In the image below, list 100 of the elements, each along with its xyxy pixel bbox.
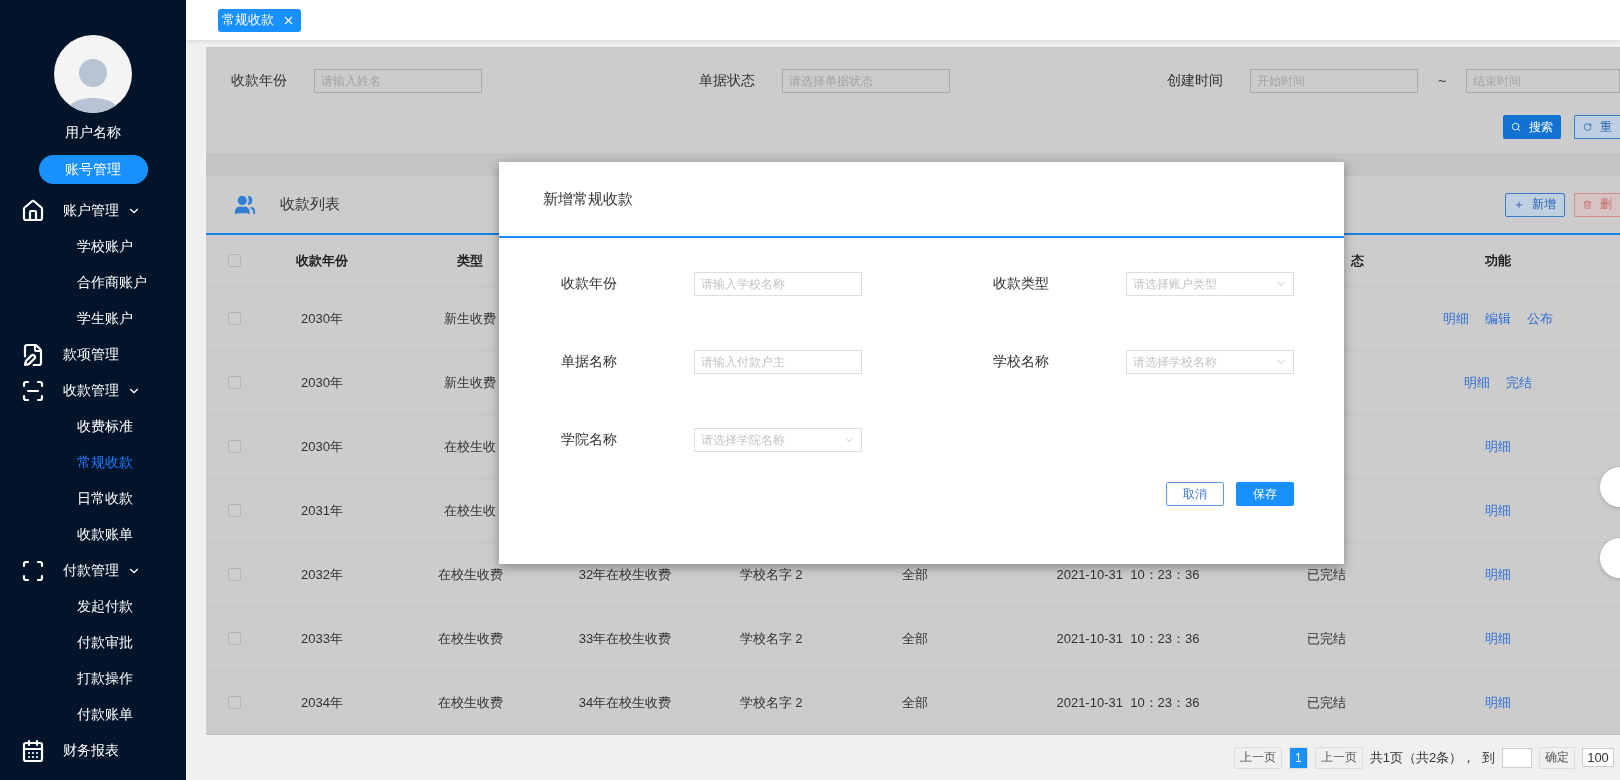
action-link[interactable]: 明细 xyxy=(1485,437,1511,456)
table-cell: 33年在校生收费 xyxy=(578,629,672,648)
submenu-item[interactable]: 收款账单 xyxy=(0,517,186,553)
form-label: 学院名称 xyxy=(561,431,618,449)
home-icon xyxy=(20,198,46,224)
menu-item[interactable]: 款项管理 xyxy=(0,337,186,373)
table-cell: 学校名字 2 xyxy=(739,629,803,648)
prev-page-button[interactable]: 上一页 xyxy=(1234,746,1282,769)
filter-label: 收款年份 xyxy=(231,72,288,90)
filter-label: 创建时间 xyxy=(1167,72,1224,90)
table-cell: 在校生收 xyxy=(444,501,496,520)
column-header: 功能 xyxy=(1485,251,1511,270)
action-link[interactable]: 明细 xyxy=(1485,501,1511,520)
table-cell: 新生收费 xyxy=(444,373,496,392)
table-cell: 在校生收费 xyxy=(437,629,503,648)
range-separator: ~ xyxy=(1436,73,1448,89)
filter-label: 单据状态 xyxy=(699,72,756,90)
page-number[interactable]: 1 xyxy=(1289,746,1308,769)
page-summary: 共1页（共2条）， xyxy=(1369,748,1476,767)
menu-item[interactable]: 财务报表 xyxy=(0,733,186,769)
submenu-item[interactable]: 付款审批 xyxy=(0,625,186,661)
table-cell: 学校名字 2 xyxy=(739,565,803,584)
save-button[interactable]: 保存 xyxy=(1236,482,1294,506)
checkbox[interactable] xyxy=(227,254,241,267)
action-link[interactable]: 明细 xyxy=(1443,309,1469,328)
submenu-item[interactable]: 打款操作 xyxy=(0,661,186,697)
scan-frame-icon xyxy=(20,558,46,584)
submenu-item[interactable]: 常规收款 xyxy=(0,445,186,481)
trash-icon xyxy=(1583,197,1592,212)
checkbox[interactable] xyxy=(227,440,241,453)
column-header: 收款年份 xyxy=(296,251,348,270)
column-header: 类型 xyxy=(457,251,483,270)
table-cell: 2021-10-31 10：23：36 xyxy=(1056,565,1200,584)
add-button[interactable]: 新增 xyxy=(1505,192,1565,217)
table-cell: 已完结 xyxy=(1306,565,1346,584)
table-cell: 2031年 xyxy=(301,501,343,520)
table-cell: 2032年 xyxy=(301,565,343,584)
form-label: 学校名称 xyxy=(993,353,1050,371)
table-cell: 2030年 xyxy=(301,373,343,392)
checkbox[interactable] xyxy=(227,632,241,645)
table-cell: 全部 xyxy=(902,565,928,584)
table-cell: 2030年 xyxy=(301,437,343,456)
table-cell: 全部 xyxy=(902,629,928,648)
confirm-button[interactable]: 确定 xyxy=(1539,746,1576,769)
dialog-title: 新增常规收款 xyxy=(543,189,633,209)
submenu-item[interactable]: 发起付款 xyxy=(0,589,186,625)
cancel-button[interactable]: 取消 xyxy=(1166,482,1224,506)
form-label: 收款年份 xyxy=(561,275,618,293)
action-link[interactable]: 明细 xyxy=(1485,629,1511,648)
table-cell: 2034年 xyxy=(301,693,343,712)
submenu-item[interactable]: 合作商账户 xyxy=(0,265,186,301)
submenu-item[interactable]: 学校账户 xyxy=(0,229,186,265)
submenu-item[interactable]: 学生账户 xyxy=(0,301,186,337)
menu-item[interactable]: 收款管理 xyxy=(0,373,186,409)
goto-label: 到 xyxy=(1482,748,1496,767)
checkbox[interactable] xyxy=(227,568,241,581)
submenu-item[interactable]: 收费标准 xyxy=(0,409,186,445)
table-cell: 已完结 xyxy=(1306,629,1346,648)
column-header: 态 xyxy=(1351,251,1364,270)
table-cell: 2033年 xyxy=(301,629,343,648)
rotate-icon xyxy=(1583,120,1592,134)
action-link[interactable]: 公布 xyxy=(1527,309,1553,328)
submenu-item[interactable]: 付款账单 xyxy=(0,697,186,733)
form-label: 单据名称 xyxy=(561,353,618,371)
search-button[interactable]: 搜索 xyxy=(1503,115,1561,139)
table-cell: 已完结 xyxy=(1306,693,1346,712)
search-icon xyxy=(1511,120,1521,134)
reset-button[interactable]: 重 xyxy=(1574,115,1620,139)
action-link[interactable]: 明细 xyxy=(1485,693,1511,712)
table-cell: 34年在校生收费 xyxy=(578,693,672,712)
action-link[interactable]: 编辑 xyxy=(1485,309,1511,328)
goto-page-input[interactable] xyxy=(1502,747,1533,768)
table-cell: 在校生收 xyxy=(444,437,496,456)
table-cell: 2030年 xyxy=(301,309,343,328)
table-cell: 新生收费 xyxy=(444,309,496,328)
form-label: 收款类型 xyxy=(993,275,1050,293)
table-cell: 全部 xyxy=(902,693,928,712)
table-cell: 在校生收费 xyxy=(437,693,503,712)
table-cell: 32年在校生收费 xyxy=(578,565,672,584)
submenu-item[interactable]: 日常收款 xyxy=(0,481,186,517)
page-size-select[interactable]: 100 xyxy=(1582,748,1614,767)
account-button[interactable]: 账号管理 xyxy=(38,155,148,184)
checkbox[interactable] xyxy=(227,504,241,517)
menu-item[interactable]: 付款管理 xyxy=(0,553,186,589)
next-page-button[interactable]: 上一页 xyxy=(1314,746,1363,769)
action-link[interactable]: 完结 xyxy=(1506,373,1532,392)
checkbox[interactable] xyxy=(227,312,241,325)
page-tab[interactable]: 常规收款 xyxy=(218,8,301,32)
action-link[interactable]: 明细 xyxy=(1485,565,1511,584)
users-icon xyxy=(234,193,256,216)
menu-item[interactable]: 账户管理 xyxy=(0,193,186,229)
table-cell: 2021-10-31 10：23：36 xyxy=(1056,693,1200,712)
table-cell: 2021-10-31 10：23：36 xyxy=(1056,629,1200,648)
list-title: 收款列表 xyxy=(280,195,340,214)
checkbox[interactable] xyxy=(227,376,241,389)
scan-frame-icon xyxy=(20,378,46,404)
checkbox[interactable] xyxy=(227,696,241,709)
table-cell: 学校名字 2 xyxy=(739,693,803,712)
table-cell: 在校生收费 xyxy=(437,565,503,584)
action-link[interactable]: 明细 xyxy=(1464,373,1490,392)
